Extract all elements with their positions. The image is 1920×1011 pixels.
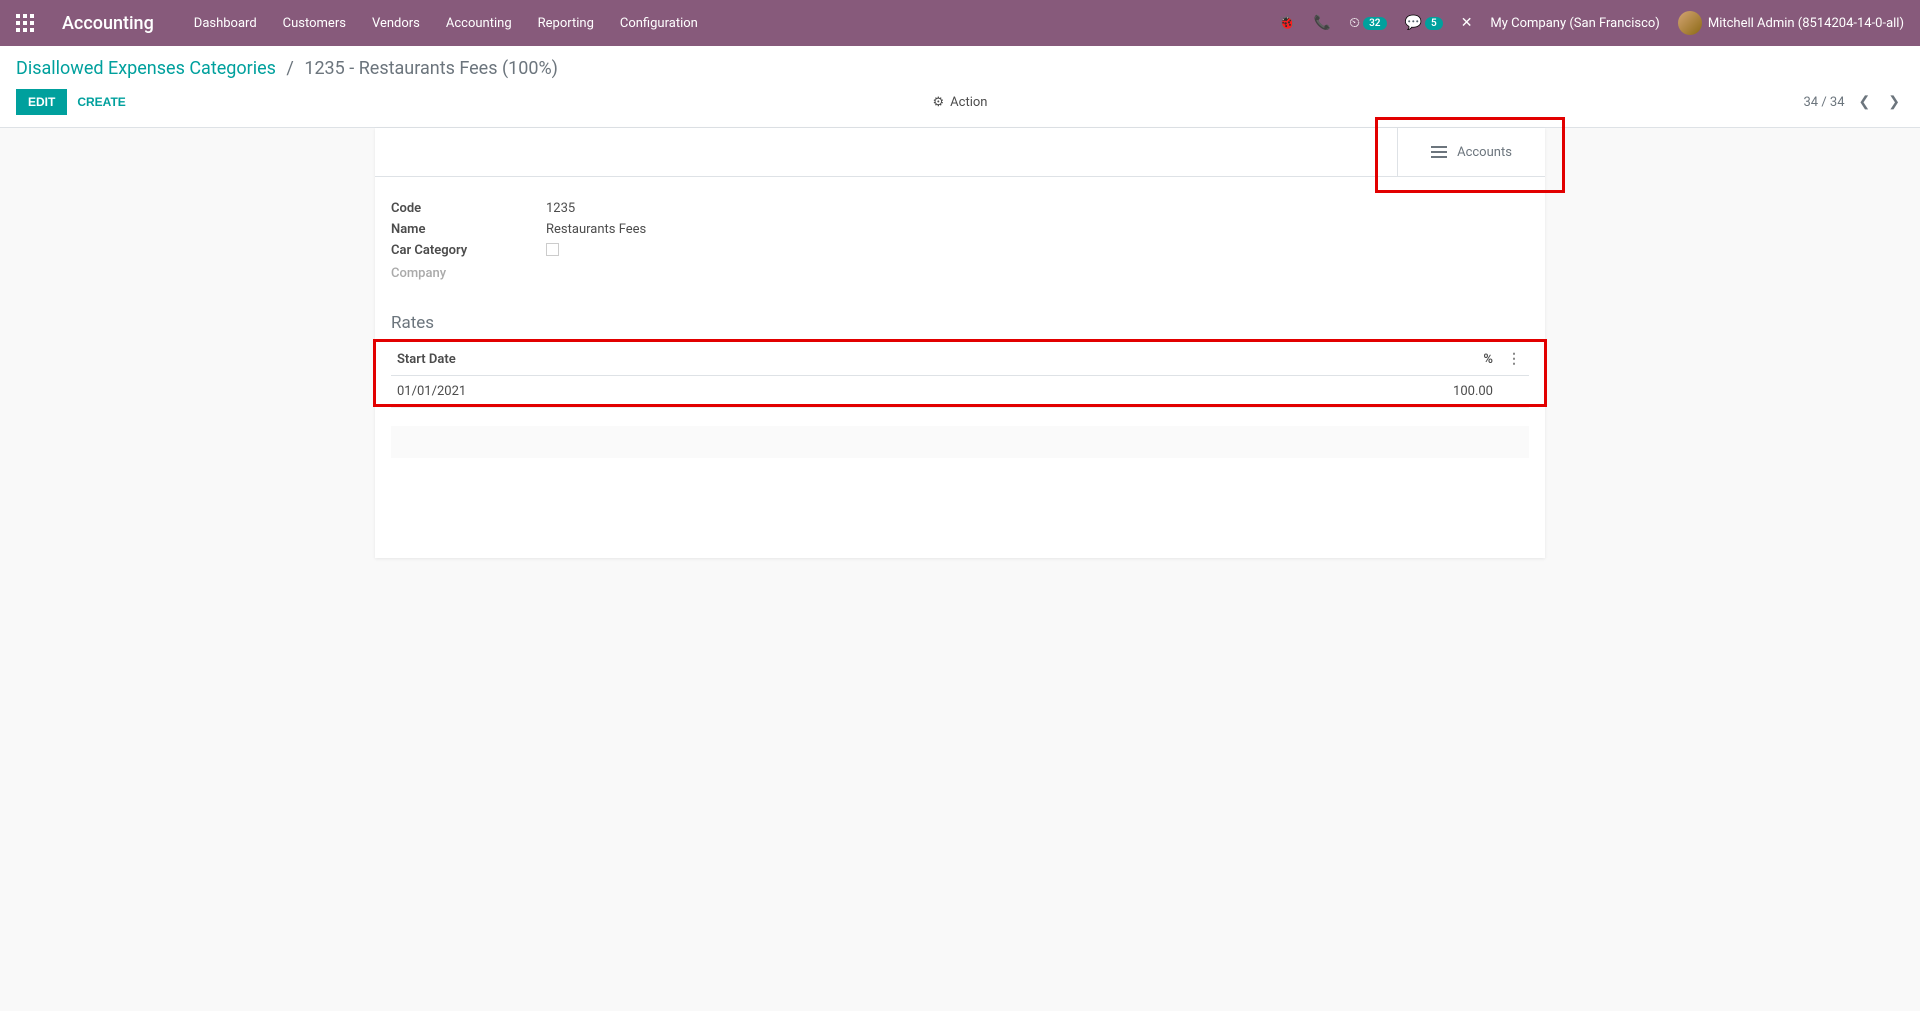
field-code: Code 1235 <box>391 201 1529 216</box>
menu-vendors[interactable]: Vendors <box>372 16 420 31</box>
field-car-category: Car Category <box>391 243 1529 260</box>
list-icon <box>1431 146 1447 158</box>
gear-icon: ⚙ <box>933 95 945 110</box>
pager-next[interactable]: ❯ <box>1884 94 1904 110</box>
top-menu: Dashboard Customers Vendors Accounting R… <box>194 16 698 31</box>
breadcrumb-separator: / <box>286 58 293 79</box>
pager: 34 / 34 ❮ ❯ <box>1803 94 1904 110</box>
app-title[interactable]: Accounting <box>62 13 154 34</box>
row-date: 01/01/2021 <box>391 376 1439 408</box>
activities-badge: 32 <box>1363 17 1386 30</box>
pager-count: 34 / 34 <box>1803 95 1844 110</box>
close-icon[interactable]: ✕ <box>1461 15 1473 31</box>
code-value: 1235 <box>546 201 575 216</box>
kebab-icon[interactable]: ⋮ <box>1507 351 1521 367</box>
table-row[interactable]: 01/01/2021 100.00 <box>391 376 1529 408</box>
car-category-value <box>546 243 559 260</box>
form-body: Code 1235 Name Restaurants Fees Car Cate… <box>375 177 1545 490</box>
col-percent[interactable]: % <box>1439 343 1499 376</box>
company-selector[interactable]: My Company (San Francisco) <box>1490 16 1659 31</box>
breadcrumb-bar: Disallowed Expenses Categories / 1235 - … <box>0 46 1920 79</box>
car-category-label: Car Category <box>391 243 546 260</box>
user-name: Mitchell Admin (8514204-14-0-all) <box>1708 16 1904 31</box>
empty-footer-row <box>391 426 1529 458</box>
breadcrumb-parent[interactable]: Disallowed Expenses Categories <box>16 58 276 79</box>
rates-table: Start Date % ⋮ 01/01/2021 100.00 <box>391 343 1529 408</box>
bug-icon[interactable]: 🐞 <box>1278 15 1295 31</box>
activities-icon[interactable]: ⏲32 <box>1349 15 1386 31</box>
name-label: Name <box>391 222 546 237</box>
rates-wrapper: Start Date % ⋮ 01/01/2021 100.00 <box>391 343 1529 408</box>
col-start-date[interactable]: Start Date <box>391 343 1439 376</box>
menu-customers[interactable]: Customers <box>283 16 346 31</box>
field-name: Name Restaurants Fees <box>391 222 1529 237</box>
row-pct: 100.00 <box>1439 376 1499 408</box>
pager-prev[interactable]: ❮ <box>1855 94 1875 110</box>
avatar <box>1678 11 1702 35</box>
field-company: Company <box>391 266 1529 281</box>
rates-title: Rates <box>391 313 1529 333</box>
apps-icon[interactable] <box>16 14 34 32</box>
menu-configuration[interactable]: Configuration <box>620 16 698 31</box>
phone-icon[interactable]: 📞 <box>1314 15 1331 31</box>
discuss-icon[interactable]: 💬5 <box>1405 15 1443 31</box>
action-dropdown[interactable]: ⚙ Action <box>933 95 988 110</box>
form-sheet-wrap: Accounts Code 1235 Name Restaurants Fees… <box>0 128 1920 558</box>
breadcrumb-current: 1235 - Restaurants Fees (100%) <box>304 58 558 79</box>
top-right: 🐞 📞 ⏲32 💬5 ✕ My Company (San Francisco) … <box>1278 11 1904 35</box>
discuss-badge: 5 <box>1425 17 1443 30</box>
top-navbar: Accounting Dashboard Customers Vendors A… <box>0 0 1920 46</box>
car-category-checkbox <box>546 243 559 256</box>
create-button[interactable]: CREATE <box>77 95 125 109</box>
form-sheet: Accounts Code 1235 Name Restaurants Fees… <box>375 128 1545 558</box>
company-label: Company <box>391 266 546 281</box>
breadcrumb: Disallowed Expenses Categories / 1235 - … <box>16 58 1904 79</box>
col-menu[interactable]: ⋮ <box>1499 343 1529 376</box>
menu-dashboard[interactable]: Dashboard <box>194 16 257 31</box>
menu-accounting[interactable]: Accounting <box>446 16 512 31</box>
action-label: Action <box>950 95 987 110</box>
control-bar: EDIT CREATE ⚙ Action 34 / 34 ❮ ❯ <box>0 79 1920 128</box>
accounts-label: Accounts <box>1457 145 1512 160</box>
sheet-header: Accounts <box>375 128 1545 177</box>
row-menu <box>1499 376 1529 408</box>
rates-header-row: Start Date % ⋮ <box>391 343 1529 376</box>
code-label: Code <box>391 201 546 216</box>
user-menu[interactable]: Mitchell Admin (8514204-14-0-all) <box>1678 11 1904 35</box>
edit-button[interactable]: EDIT <box>16 89 67 115</box>
menu-reporting[interactable]: Reporting <box>538 16 594 31</box>
name-value: Restaurants Fees <box>546 222 646 237</box>
accounts-stat-button[interactable]: Accounts <box>1397 128 1545 176</box>
